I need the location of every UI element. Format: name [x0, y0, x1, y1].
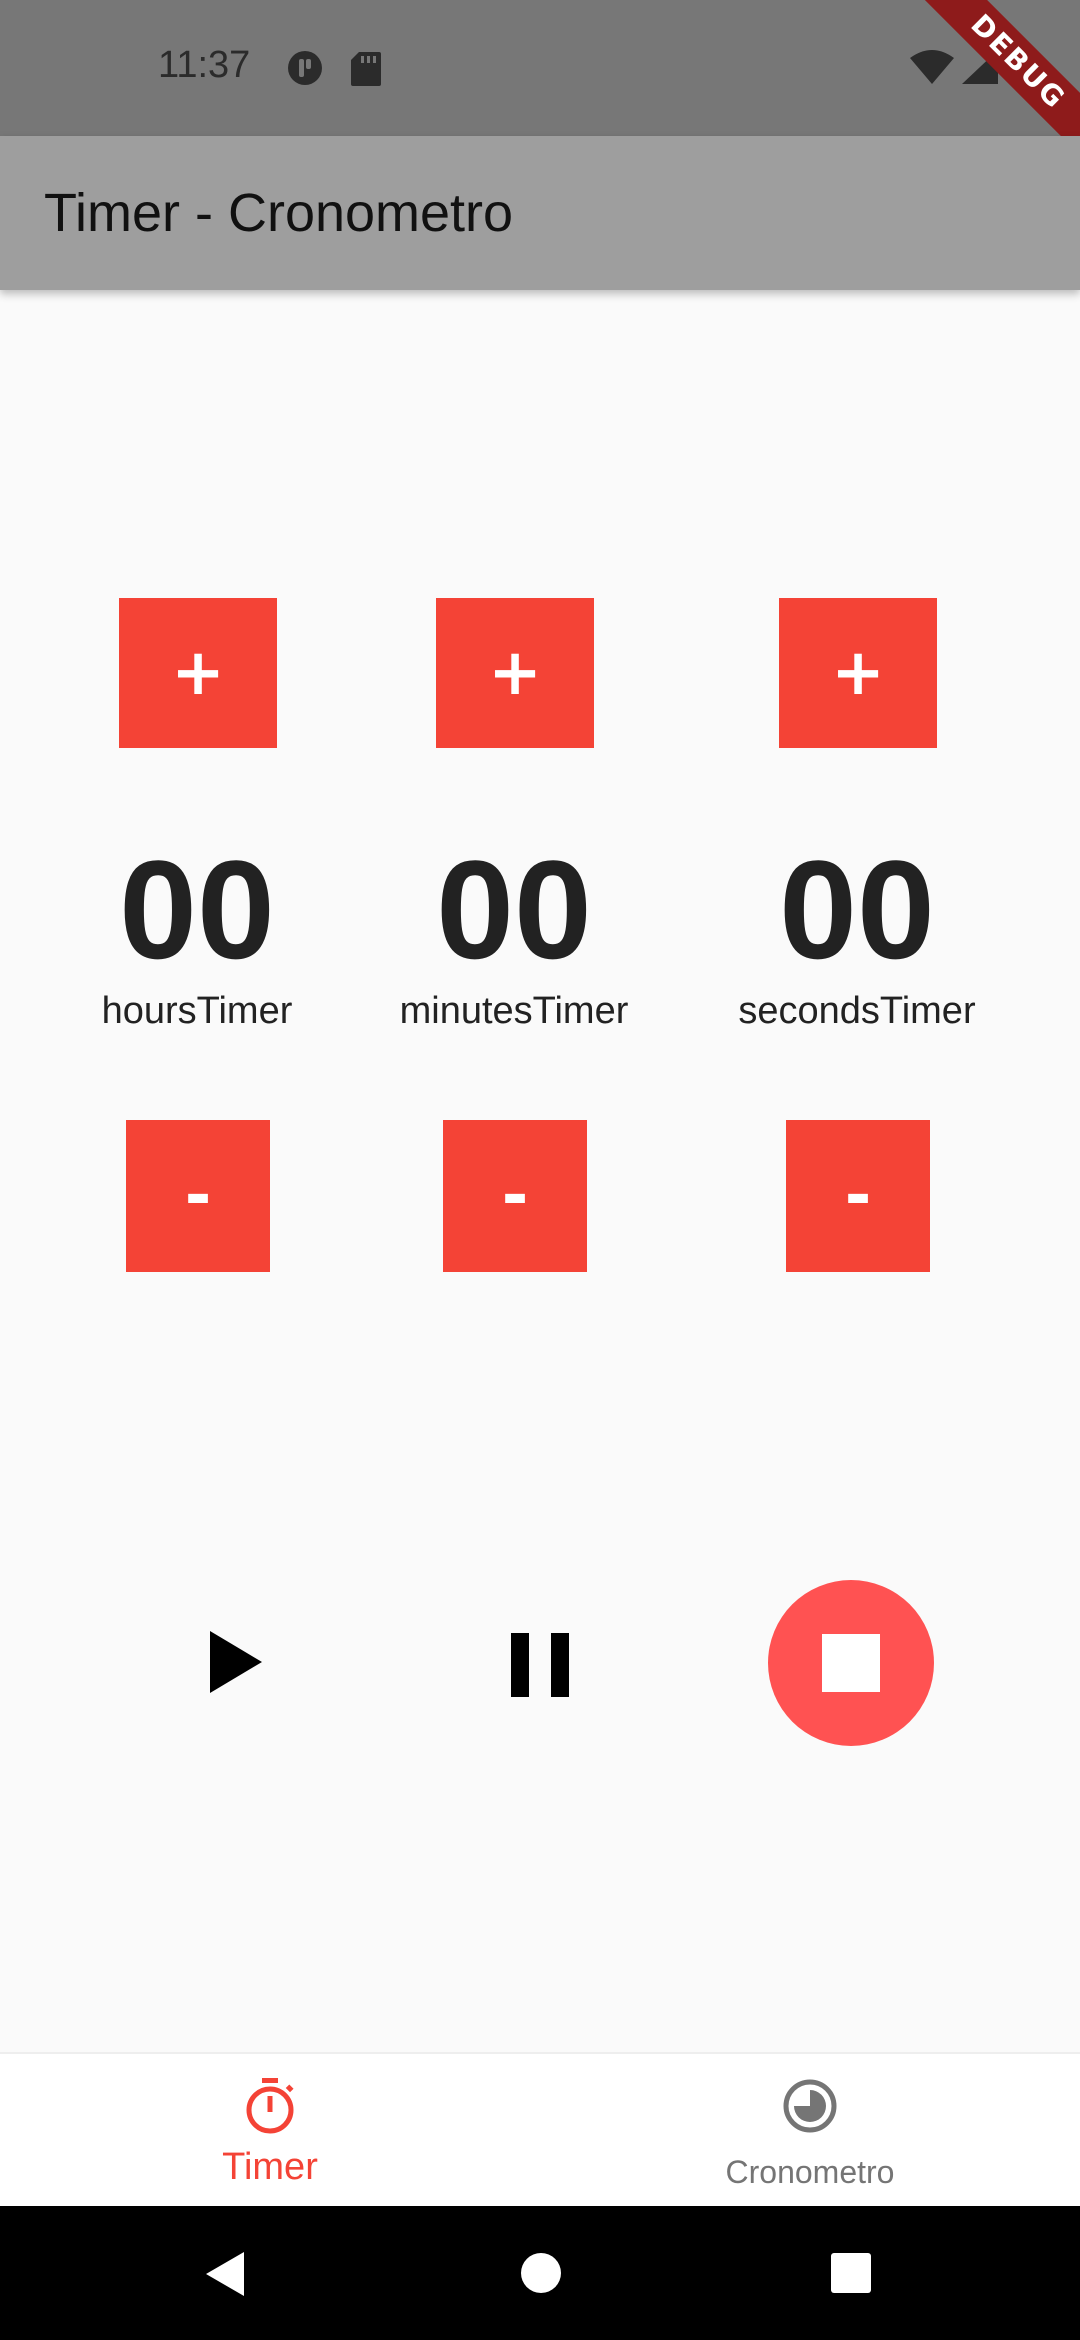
status-time: 11:37: [158, 44, 251, 86]
nav-item-cronometro[interactable]: Cronometro: [540, 2054, 1080, 2208]
stopwatch-icon: [246, 2078, 294, 2134]
pause-icon: [511, 1633, 569, 1697]
hours-label: hoursTimer: [101, 990, 293, 1032]
stop-button[interactable]: [768, 1580, 934, 1746]
minutes-value: 00: [436, 831, 592, 988]
bottom-navigation: Timer Cronometro: [0, 2052, 1080, 2206]
nav-item-timer[interactable]: Timer: [0, 2054, 540, 2208]
hours-value: 00: [119, 831, 275, 988]
play-button[interactable]: [196, 1612, 276, 1712]
minutes-decrement-button[interactable]: -: [443, 1120, 587, 1272]
sd-card-icon: [351, 52, 381, 86]
seconds-label: secondsTimer: [738, 990, 976, 1032]
back-icon[interactable]: [204, 2250, 246, 2298]
home-icon[interactable]: [520, 2252, 562, 2294]
seconds-value: 00: [779, 831, 935, 988]
hours-decrement-button[interactable]: -: [126, 1120, 270, 1272]
play-icon: [210, 1631, 262, 1693]
minutes-increment-button[interactable]: +: [436, 598, 594, 748]
battery-icon: [1016, 52, 1036, 86]
page-title: Timer - Cronometro: [44, 183, 514, 243]
stop-icon: [822, 1634, 880, 1692]
hours-increment-button[interactable]: +: [119, 598, 277, 748]
pause-button[interactable]: [500, 1620, 580, 1710]
minutes-label: minutesTimer: [399, 990, 629, 1032]
app-bar: Timer - Cronometro: [0, 136, 1080, 290]
nav-label-timer: Timer: [222, 2146, 318, 2188]
nav-label-cronometro: Cronometro: [725, 2154, 895, 2190]
recents-icon[interactable]: [830, 2252, 872, 2294]
system-navigation-bar: [0, 2206, 1080, 2340]
clock-pie-icon: [783, 2079, 837, 2133]
status-system-icons: [910, 50, 1036, 86]
app-circle-icon: [288, 51, 322, 85]
signal-icon: [962, 50, 998, 84]
status-bar: 11:37: [0, 0, 1080, 136]
wifi-icon: [910, 50, 954, 84]
seconds-decrement-button[interactable]: -: [786, 1120, 930, 1272]
seconds-increment-button[interactable]: +: [779, 598, 937, 748]
